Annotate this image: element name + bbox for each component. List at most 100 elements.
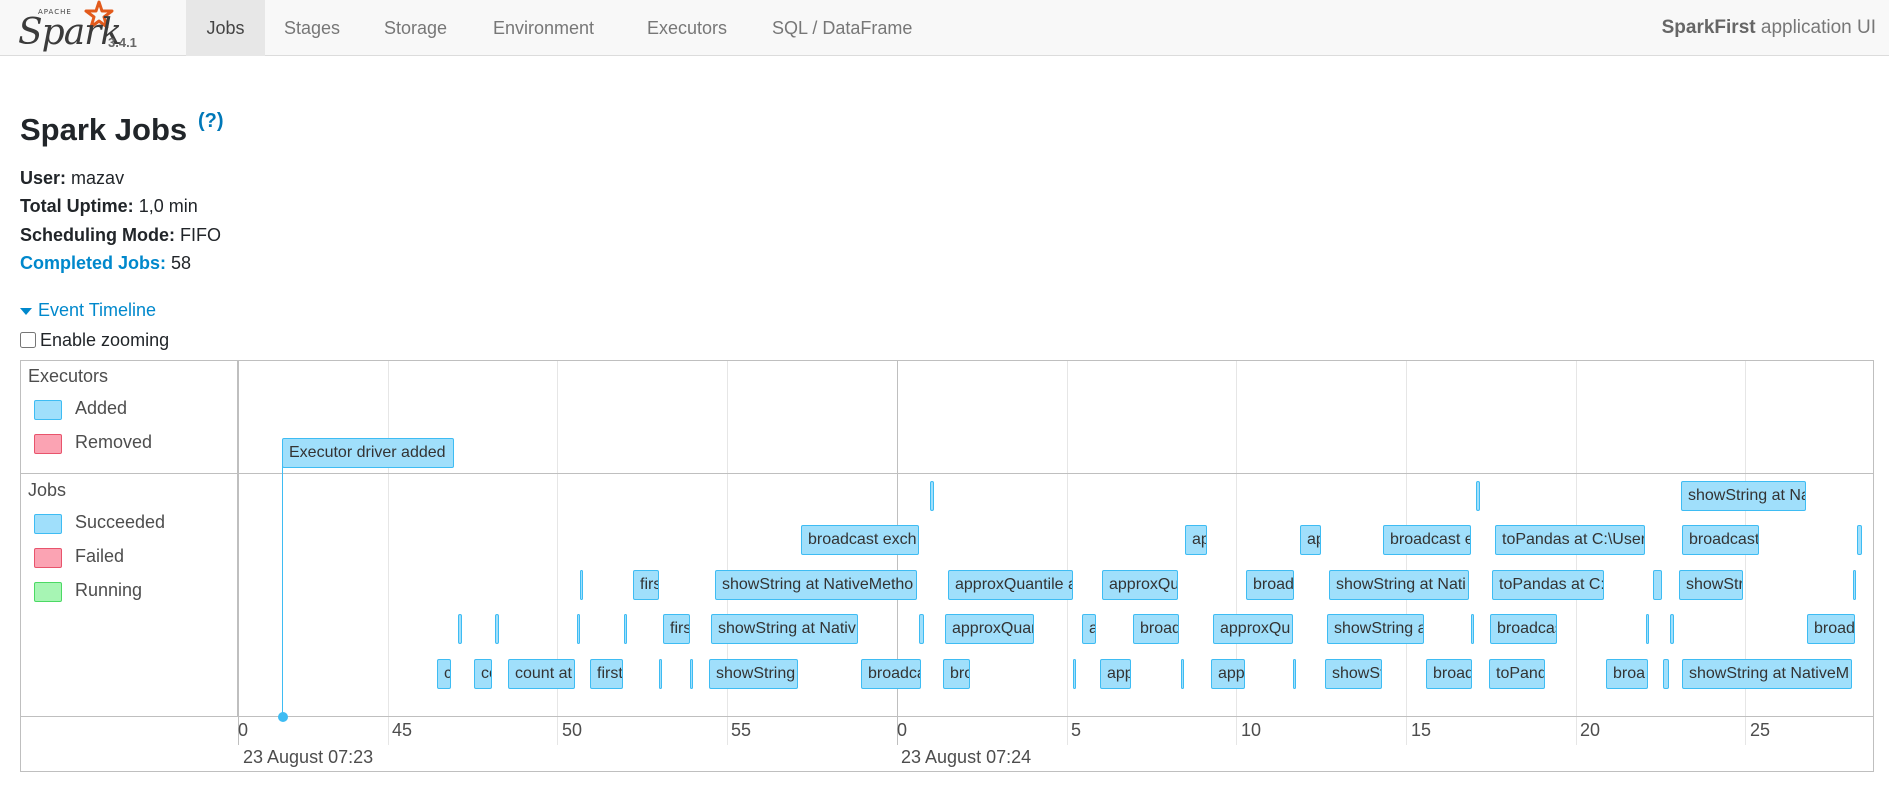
job-item[interactable]: broadca — [861, 659, 921, 689]
axis-tick-label: 10 — [1241, 720, 1262, 740]
job-item[interactable]: broadcast — [1682, 525, 1759, 555]
job-item[interactable] — [1663, 659, 1669, 689]
job-item[interactable]: count at — [508, 659, 575, 689]
timeline-gridline — [238, 361, 239, 745]
job-item[interactable] — [659, 659, 662, 689]
user-info: User: mazav — [20, 168, 124, 189]
job-item[interactable]: a — [1082, 614, 1096, 644]
axis-tick-label: 0 — [238, 720, 249, 740]
job-item[interactable]: showString — [709, 659, 798, 689]
job-item[interactable]: firs — [663, 614, 690, 644]
job-item[interactable] — [1293, 659, 1296, 689]
event-timeline-toggle[interactable]: Event Timeline — [20, 300, 156, 321]
spark-logo[interactable]: APACHE Spark 3.4.1 — [14, 0, 144, 54]
job-item[interactable]: ap — [1185, 525, 1207, 555]
job-item[interactable]: broadcast exch — [801, 525, 919, 555]
job-item[interactable]: toPand — [1489, 659, 1545, 689]
legend-failed-swatch — [34, 548, 62, 568]
job-item[interactable] — [1646, 614, 1649, 644]
axis-tick-label: 45 — [392, 720, 413, 740]
job-item[interactable]: first — [590, 659, 623, 689]
job-item[interactable] — [1471, 614, 1474, 644]
job-item[interactable]: app — [1100, 659, 1131, 689]
job-item[interactable] — [580, 570, 583, 600]
job-item[interactable] — [1181, 659, 1184, 689]
legend-added-swatch — [34, 400, 62, 420]
job-item[interactable] — [1670, 614, 1674, 644]
application-title: SparkFirst application UI — [1662, 0, 1876, 56]
job-item[interactable]: firs — [633, 570, 659, 600]
job-item[interactable] — [1476, 481, 1480, 511]
timeline-group-divider — [20, 473, 1874, 474]
mode-value: FIFO — [180, 225, 222, 245]
job-item[interactable]: showString at NativeM — [1682, 659, 1852, 689]
zoom-option: Enable zooming — [20, 330, 169, 351]
uptime-label: Total Uptime: — [20, 196, 134, 216]
tab-storage[interactable]: Storage — [368, 0, 463, 56]
job-item[interactable]: showString at Na — [1681, 481, 1806, 511]
job-item[interactable]: toPandas at C:\Users — [1495, 525, 1645, 555]
job-item[interactable] — [1857, 525, 1862, 555]
job-item[interactable]: broadcast e — [1383, 525, 1471, 555]
job-item[interactable] — [1073, 659, 1076, 689]
completed-jobs-count: 58 — [171, 253, 192, 273]
job-item[interactable]: showStr — [1679, 570, 1743, 600]
job-item[interactable] — [919, 614, 924, 644]
event-timeline[interactable] — [20, 360, 1874, 772]
mode-label: Scheduling Mode: — [20, 225, 175, 245]
job-item[interactable]: app — [1211, 659, 1245, 689]
job-item[interactable]: ap — [1300, 525, 1321, 555]
job-item[interactable] — [624, 614, 627, 644]
axis-tick-label: 55 — [731, 720, 752, 740]
job-item[interactable]: co — [474, 659, 492, 689]
executors-group-title: Executors — [28, 366, 109, 386]
job-item[interactable]: broad — [1246, 570, 1294, 600]
completed-jobs-link[interactable]: Completed Jobs: — [20, 253, 166, 273]
legend-succeeded-label: Succeeded — [75, 512, 166, 532]
job-item[interactable]: approxQu — [1102, 570, 1178, 600]
job-item[interactable]: approxQuar — [945, 614, 1034, 644]
job-item[interactable]: approxQuantile a — [948, 570, 1073, 600]
job-item[interactable]: showString a — [1327, 614, 1424, 644]
caret-down-icon — [20, 307, 32, 315]
legend-removed-label: Removed — [75, 432, 153, 452]
job-item[interactable]: showString at NativeMetho — [715, 570, 917, 600]
axis-tick-label: 25 — [1750, 720, 1771, 740]
job-item[interactable]: broa — [1606, 659, 1648, 689]
timeline-axis-divider — [20, 716, 1874, 717]
job-item[interactable]: broad — [1426, 659, 1472, 689]
help-link[interactable]: (?) — [198, 110, 224, 133]
job-item[interactable]: c — [437, 659, 451, 689]
tab-executors[interactable]: Executors — [631, 0, 743, 56]
axis-tick-label: 20 — [1580, 720, 1601, 740]
job-item[interactable] — [1853, 570, 1856, 600]
job-item[interactable]: broadcas — [1490, 614, 1557, 644]
tab-jobs[interactable]: Jobs — [186, 0, 265, 56]
tab-sql-dataframe[interactable]: SQL / DataFrame — [756, 0, 928, 56]
tab-environment[interactable]: Environment — [477, 0, 610, 56]
job-item[interactable] — [930, 481, 934, 511]
job-item[interactable]: showSt — [1325, 659, 1382, 689]
uptime-info: Total Uptime: 1,0 min — [20, 196, 198, 217]
job-item[interactable] — [1653, 570, 1662, 600]
enable-zooming-label: Enable zooming — [40, 330, 170, 350]
job-item[interactable]: broad — [1807, 614, 1855, 644]
job-item[interactable]: bro — [943, 659, 970, 689]
job-item[interactable] — [577, 614, 580, 644]
enable-zooming-checkbox[interactable] — [20, 332, 36, 348]
tab-stages[interactable]: Stages — [268, 0, 356, 56]
job-item[interactable]: showString at Nativ — [711, 614, 858, 644]
job-item[interactable]: toPandas at C:\ — [1492, 570, 1604, 600]
executor-added-event[interactable]: Executor driver added — [282, 438, 454, 468]
timeline-gridline — [1067, 361, 1068, 745]
job-item[interactable]: broad — [1133, 614, 1179, 644]
job-item[interactable] — [495, 614, 499, 644]
job-item[interactable] — [690, 659, 693, 689]
scheduling-mode-info: Scheduling Mode: FIFO — [20, 225, 221, 246]
logo-spark-text: Spark — [18, 12, 122, 53]
axis-tick-label: 15 — [1411, 720, 1432, 740]
job-item[interactable]: showString at Nati — [1329, 570, 1469, 600]
job-item[interactable]: approxQu — [1213, 614, 1293, 644]
job-item[interactable] — [458, 614, 462, 644]
axis-tick-label: 50 — [562, 720, 583, 740]
